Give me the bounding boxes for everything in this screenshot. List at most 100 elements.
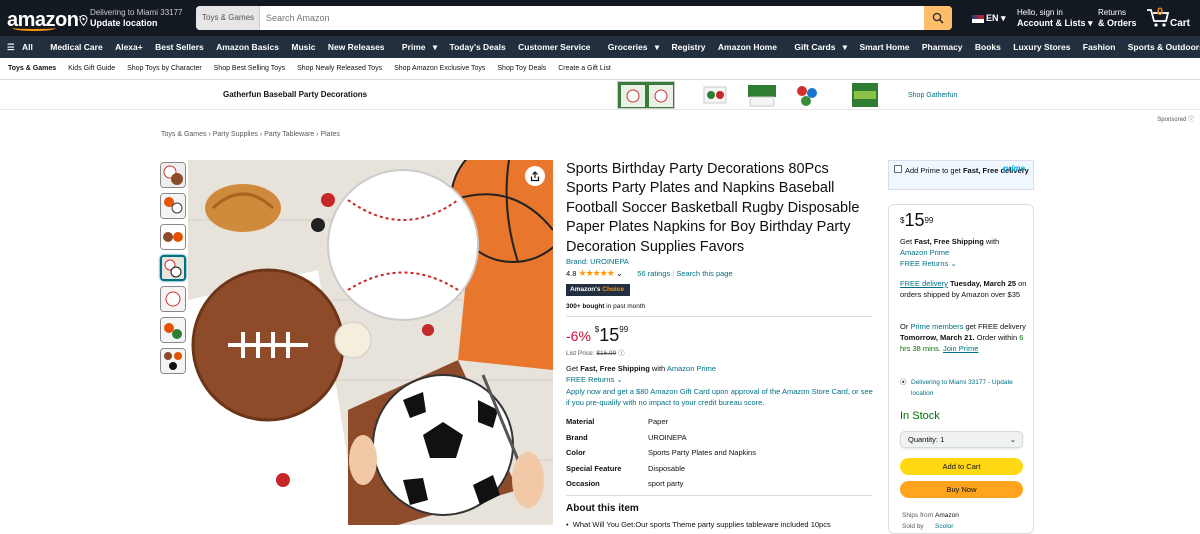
subnav-item[interactable]: Shop Best Selling Toys	[209, 58, 290, 80]
buy-now-button[interactable]: Buy Now	[900, 481, 1023, 498]
banner-product-image[interactable]	[700, 81, 730, 109]
free-delivery-link[interactable]: FREE delivery	[900, 279, 948, 288]
nav-item[interactable]: Amazon Home	[713, 36, 782, 58]
subnav-item[interactable]: Kids Gift Guide	[63, 58, 120, 80]
price-fraction: 99	[619, 325, 629, 334]
subnav-item[interactable]: Shop Toy Deals	[492, 58, 551, 80]
logo-smile-icon	[12, 25, 56, 31]
nav-item[interactable]: Pharmacy	[917, 36, 968, 58]
banner-product-image[interactable]	[792, 81, 822, 109]
store-card-offer[interactable]: Apply now and get a $80 Amazon Gift Card…	[566, 386, 876, 408]
nav-item[interactable]: Smart Home	[854, 36, 914, 58]
free-returns-link[interactable]: FREE Returns ⌄	[900, 259, 957, 268]
main-product-image[interactable]	[188, 160, 553, 525]
breadcrumb: Toys & Games › Party Supplies › Party Ta…	[161, 131, 340, 138]
nav-item[interactable]: Fashion	[1078, 36, 1121, 58]
search-bar: Toys & Games ▾	[196, 6, 952, 30]
thumbnail[interactable]	[160, 162, 186, 188]
chevron-down-icon[interactable]: ⌄	[616, 269, 623, 278]
amazon-prime-link[interactable]: Amazon Prime	[667, 364, 716, 373]
about-heading: About this item	[566, 503, 639, 514]
nav-item[interactable]: New Releases	[323, 36, 390, 58]
free-returns-link[interactable]: FREE Returns ⌄	[566, 375, 623, 384]
banner-shop-link[interactable]: Shop Gatherfun	[908, 92, 957, 99]
nav-item[interactable]: Alexa+	[110, 36, 148, 58]
about-bullet: • What Will You Get:Our sports Theme par…	[566, 520, 831, 529]
location-pin-icon	[79, 14, 88, 28]
thumbnail-selected[interactable]	[160, 255, 186, 281]
subnav-item[interactable]: Create a Gift List	[553, 58, 616, 80]
list-price: List Price: $16.99 ⓘ	[566, 350, 625, 357]
search-input[interactable]	[260, 6, 922, 30]
divider	[566, 316, 872, 317]
quantity-select[interactable]: Quantity: 1 ⌄	[900, 431, 1023, 448]
language-selector[interactable]: EN ▾	[972, 13, 1006, 24]
nav-item[interactable]: Best Sellers	[150, 36, 209, 58]
subnav-item[interactable]: Shop Toys by Character	[122, 58, 207, 80]
search-button[interactable]	[924, 6, 952, 30]
top-nav: amazon. Delivering to Miami 33177 Update…	[0, 0, 1200, 36]
divider	[566, 495, 872, 496]
search-category-select[interactable]: Toys & Games ▾	[196, 6, 260, 30]
info-icon: ⓘ	[1187, 117, 1194, 123]
spec-row: Brand UROINEPA	[566, 432, 687, 442]
nav-item[interactable]: Luxury Stores	[1008, 36, 1075, 58]
nav-item-prime[interactable]: Prime ▾	[392, 36, 442, 58]
thumbnail[interactable]	[160, 286, 186, 312]
product-title: Sports Birthday Party Decorations 80Pcs …	[566, 161, 860, 255]
chevron-down-icon: ⌄	[1009, 435, 1016, 444]
delivery-location-link[interactable]: ⦿ Delivering to Miami 33177 - Update loca…	[900, 377, 1028, 399]
price-whole: 15	[599, 325, 620, 345]
nav-item[interactable]: Customer Service	[513, 36, 595, 58]
price-block: -6% $1599	[566, 325, 629, 345]
info-icon[interactable]: ⓘ	[618, 350, 625, 357]
breadcrumb-link[interactable]: Party Tableware	[264, 131, 314, 138]
delivery-line2: Update location	[90, 18, 158, 28]
account-menu[interactable]: Hello, sign in Account & Lists ▾	[1017, 8, 1093, 28]
add-prime-checkbox[interactable]	[894, 165, 902, 173]
banner-product-image[interactable]	[617, 81, 675, 109]
nav-item[interactable]: Sports & Outdoors	[1123, 36, 1200, 58]
brand-link[interactable]: Brand: UROINEPA	[566, 257, 629, 266]
subnav-item[interactable]: Shop Newly Released Toys	[292, 58, 387, 80]
subnav-item[interactable]: Shop Amazon Exclusive Toys	[389, 58, 490, 80]
thumbnail[interactable]	[160, 348, 186, 374]
cart-button[interactable]: 0 Cart	[1146, 6, 1190, 31]
nav-item[interactable]: Registry	[667, 36, 711, 58]
search-this-page-link[interactable]: Search this page	[676, 269, 732, 278]
amazon-prime-link[interactable]: Amazon Prime	[900, 248, 949, 257]
thumbnail[interactable]	[160, 317, 186, 343]
all-menu-button[interactable]: ☰ All	[0, 36, 43, 58]
share-button[interactable]	[525, 166, 545, 186]
add-to-cart-button[interactable]: Add to Cart	[900, 458, 1023, 475]
delivery-line1: Delivering to Miami 33177	[90, 8, 183, 17]
join-prime-link[interactable]: Join Prime	[943, 344, 978, 353]
sponsored-label[interactable]: Sponsored ⓘ	[1157, 114, 1194, 123]
banner-product-image[interactable]	[745, 81, 779, 109]
fastest-delivery-info: Or Prime members get FREE delivery Tomor…	[900, 322, 1026, 353]
subnav-item[interactable]: Toys & Games	[0, 58, 61, 80]
seller-link[interactable]: Scolor	[935, 523, 953, 530]
nav-item[interactable]: Medical Care	[45, 36, 107, 58]
nav-item[interactable]: Today's Deals	[445, 36, 511, 58]
cart-label: Cart	[1170, 18, 1191, 29]
nav-item[interactable]: Music	[286, 36, 320, 58]
nav-item[interactable]: Books	[970, 36, 1006, 58]
star-rating-icon[interactable]: ★★★★★	[579, 268, 615, 278]
breadcrumb-link[interactable]: Party Supplies	[213, 131, 258, 138]
banner-product-image[interactable]	[850, 81, 880, 109]
shipping-info: Get Fast, Free Shipping with Amazon Prim…	[566, 364, 717, 384]
prime-members-link[interactable]: Prime members	[910, 322, 963, 331]
thumbnail[interactable]	[160, 224, 186, 250]
delivery-location[interactable]: Delivering to Miami 33177 Update locatio…	[90, 8, 183, 28]
breadcrumb-link[interactable]: Toys & Games	[161, 131, 207, 138]
nav-item[interactable]: Amazon Basics	[211, 36, 284, 58]
ratings-count-link[interactable]: 56 ratings	[637, 269, 670, 278]
nav-item-gift-cards[interactable]: Gift Cards ▾	[784, 36, 852, 58]
nav-item-groceries[interactable]: Groceries ▾	[598, 36, 664, 58]
returns-orders-link[interactable]: Returns & Orders	[1098, 8, 1137, 28]
breadcrumb-link[interactable]: Plates	[320, 131, 339, 138]
sponsored-banner[interactable]: Gatherfun Baseball Party Decorations Sho…	[0, 80, 1200, 110]
image-thumbnails	[160, 162, 186, 379]
thumbnail[interactable]	[160, 193, 186, 219]
